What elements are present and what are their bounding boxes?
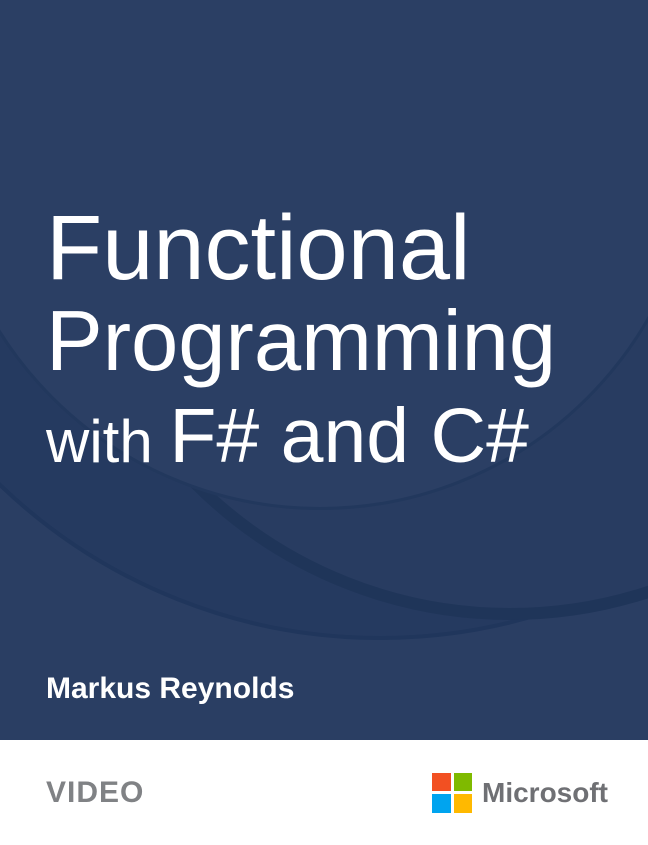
title-prefix: with <box>46 408 169 475</box>
ms-square-yellow <box>454 794 473 813</box>
title-languages: F# and C# <box>169 393 529 479</box>
ms-square-green <box>454 773 473 792</box>
book-cover: Functional Programming with F# and C# Ma… <box>0 0 648 845</box>
microsoft-wordmark: Microsoft <box>482 777 608 809</box>
title-block: Functional Programming with F# and C# <box>46 200 618 477</box>
title-line-1: Functional <box>46 200 618 297</box>
ms-square-blue <box>432 794 451 813</box>
title-line-3: with F# and C# <box>46 396 618 477</box>
ms-square-red <box>432 773 451 792</box>
title-line-2: Programming <box>46 297 618 386</box>
cover-art-panel: Functional Programming with F# and C# Ma… <box>0 0 648 740</box>
footer-bar: VIDEO Microsoft <box>0 740 648 845</box>
video-label: VIDEO <box>46 776 144 810</box>
author-name: Markus Reynolds <box>46 672 294 706</box>
microsoft-icon <box>432 773 472 813</box>
microsoft-logo: Microsoft <box>432 773 608 813</box>
